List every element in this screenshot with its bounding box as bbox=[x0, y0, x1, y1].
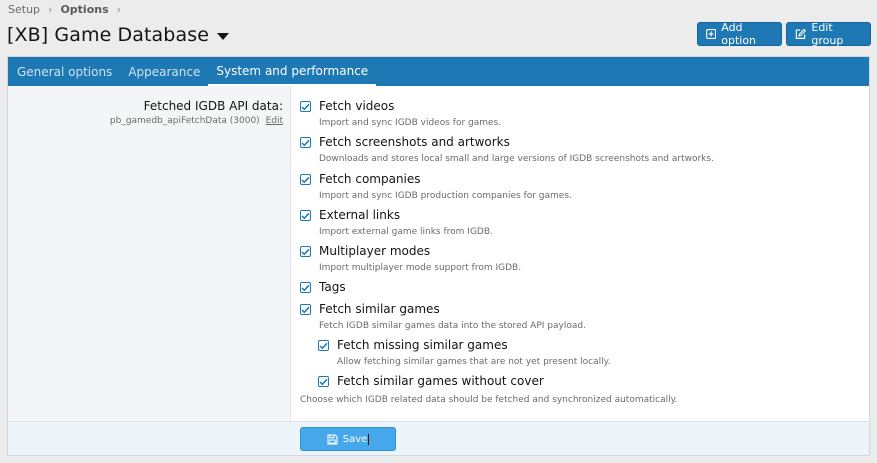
option-label: Fetch similar games without cover bbox=[337, 374, 544, 388]
form-row: Fetched IGDB API data: pb_gamedb_apiFetc… bbox=[8, 86, 869, 421]
checkbox[interactable] bbox=[318, 376, 329, 387]
save-button-label: Save bbox=[342, 433, 368, 445]
option-description: Fetch IGDB similar games data into the s… bbox=[319, 321, 586, 331]
checkmark-icon bbox=[301, 212, 310, 219]
option-description: Import multiplayer mode support from IGD… bbox=[319, 263, 522, 273]
checkbox[interactable] bbox=[300, 246, 311, 257]
option-tags[interactable]: Tags bbox=[300, 280, 346, 295]
breadcrumb-separator: › bbox=[48, 3, 53, 16]
setting-label: Fetched IGDB API data: bbox=[143, 99, 283, 113]
checkmark-icon bbox=[301, 284, 310, 291]
setting-key-text: pb_gamedb_apiFetchData (3000) bbox=[109, 116, 260, 126]
save-icon bbox=[327, 433, 338, 445]
option-description: Import and sync IGDB videos for games. bbox=[319, 118, 502, 128]
option-multiplayer-modes[interactable]: Multiplayer modes Import multiplayer mod… bbox=[300, 244, 521, 274]
option-label: External links bbox=[319, 208, 401, 222]
checkbox[interactable] bbox=[300, 304, 311, 315]
checkbox[interactable] bbox=[300, 174, 311, 185]
page-title[interactable]: [XB] Game Database bbox=[7, 24, 229, 46]
option-description: Downloads and stores local small and lar… bbox=[319, 154, 714, 164]
setting-explain: Choose which IGDB related data should be… bbox=[300, 395, 678, 405]
setting-key-hint: pb_gamedb_apiFetchData (3000) Edit bbox=[110, 116, 283, 126]
tab-bar: General options Appearance System and pe… bbox=[8, 57, 869, 86]
checkbox[interactable] bbox=[300, 282, 311, 293]
checkmark-icon bbox=[319, 378, 328, 385]
option-label: Fetch missing similar games bbox=[337, 338, 508, 352]
page-title-text: [XB] Game Database bbox=[7, 24, 209, 46]
label-column: Fetched IGDB API data: pb_gamedb_apiFetc… bbox=[8, 86, 291, 421]
breadcrumb-item-setup[interactable]: Setup bbox=[8, 3, 40, 16]
submit-bar: Save bbox=[8, 421, 869, 455]
option-label: Fetch screenshots and artworks bbox=[319, 135, 510, 149]
breadcrumb: Setup › Options › bbox=[8, 3, 129, 16]
breadcrumb-separator: › bbox=[116, 3, 122, 16]
tab-general-options[interactable]: General options bbox=[9, 57, 120, 86]
edit-icon bbox=[795, 28, 807, 39]
checkbox[interactable] bbox=[318, 340, 329, 351]
option-label: Fetch companies bbox=[319, 172, 421, 186]
text-cursor bbox=[368, 433, 370, 445]
option-description: Allow fetching similar games that are no… bbox=[337, 357, 611, 367]
option-fetch-similar-games[interactable]: Fetch similar games Fetch IGDB similar g… bbox=[300, 302, 586, 332]
breadcrumb-item-options[interactable]: Options bbox=[60, 3, 108, 16]
option-description: Import external game links from IGDB. bbox=[319, 227, 493, 237]
option-label: Tags bbox=[319, 280, 346, 294]
checkbox[interactable] bbox=[300, 137, 311, 148]
option-external-links[interactable]: External links Import external game link… bbox=[300, 208, 493, 238]
checkbox[interactable] bbox=[300, 101, 311, 112]
caret-down-icon[interactable] bbox=[216, 32, 229, 40]
option-fetch-videos[interactable]: Fetch videos Import and sync IGDB videos… bbox=[300, 99, 501, 129]
option-label: Fetch videos bbox=[319, 99, 395, 113]
checkmark-icon bbox=[319, 342, 328, 349]
option-description: Import and sync IGDB production companie… bbox=[319, 191, 572, 201]
option-fetch-missing-similar-games[interactable]: Fetch missing similar games Allow fetchi… bbox=[318, 338, 611, 368]
checkmark-icon bbox=[301, 139, 310, 146]
save-button[interactable]: Save bbox=[300, 427, 396, 451]
checkbox[interactable] bbox=[300, 210, 311, 221]
checkmark-icon bbox=[301, 103, 310, 110]
add-option-label: Add option bbox=[721, 21, 757, 47]
checkmark-icon bbox=[301, 248, 310, 255]
add-option-button[interactable]: Add option bbox=[697, 21, 782, 47]
tab-appearance[interactable]: Appearance bbox=[120, 57, 208, 86]
tab-system-and-performance[interactable]: System and performance bbox=[208, 57, 377, 86]
option-fetch-screenshots[interactable]: Fetch screenshots and artworks Downloads… bbox=[300, 135, 714, 165]
edit-setting-link[interactable]: Edit bbox=[266, 116, 283, 126]
option-label: Multiplayer modes bbox=[319, 244, 431, 258]
edit-group-label: Edit group bbox=[811, 21, 844, 47]
edit-group-button[interactable]: Edit group bbox=[786, 21, 871, 47]
checkmark-icon bbox=[301, 306, 310, 313]
options-panel: General options Appearance System and pe… bbox=[7, 56, 870, 456]
checkmark-icon bbox=[301, 176, 310, 183]
option-fetch-companies[interactable]: Fetch companies Import and sync IGDB pro… bbox=[300, 172, 572, 202]
option-fetch-similar-without-cover[interactable]: Fetch similar games without cover bbox=[318, 374, 544, 389]
plus-square-icon bbox=[706, 28, 717, 40]
option-label: Fetch similar games bbox=[319, 302, 440, 316]
